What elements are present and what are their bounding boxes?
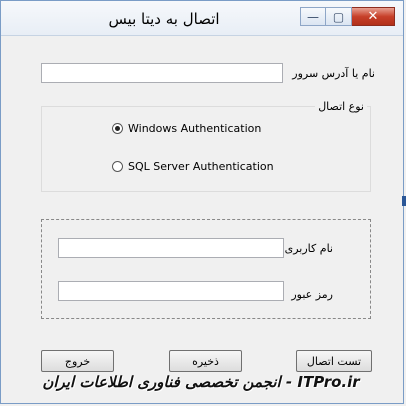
sql-auth-option[interactable]: SQL Server Authentication	[112, 160, 274, 173]
connection-type-legend: نوع اتصال	[315, 100, 367, 113]
password-input[interactable]	[58, 281, 284, 301]
test-connection-button[interactable]: تست اتصال	[296, 350, 372, 372]
server-label: نام یا آدرس سرور	[292, 67, 375, 80]
dialog-window: اتصال به دیتا بیس — ▢ ✕ نام یا آدرس سرور…	[0, 0, 404, 404]
window-controls: — ▢ ✕	[300, 7, 395, 26]
windows-auth-label: Windows Authentication	[128, 122, 262, 135]
exit-button[interactable]: خروج	[41, 350, 114, 372]
server-input[interactable]	[41, 63, 283, 83]
windows-auth-option[interactable]: Windows Authentication	[112, 122, 261, 135]
title-bar[interactable]: اتصال به دیتا بیس — ▢ ✕	[1, 1, 403, 36]
windows-auth-radio[interactable]	[112, 123, 123, 134]
credentials-group	[41, 219, 371, 319]
username-input[interactable]	[58, 238, 284, 258]
window-edge-marker	[402, 196, 406, 206]
connection-type-group	[41, 106, 371, 192]
sql-auth-radio[interactable]	[112, 161, 123, 172]
sql-auth-label: SQL Server Authentication	[128, 160, 274, 173]
password-label: رمز عبور	[291, 288, 333, 301]
window-title: اتصال به دیتا بیس	[108, 10, 220, 28]
close-button[interactable]: ✕	[352, 7, 395, 26]
username-label: نام کاربری	[284, 242, 333, 255]
site-watermark: ITPro.ir - انجمن تخصصی فناوری اطلاعات ای…	[42, 373, 360, 391]
minimize-button[interactable]: —	[300, 7, 326, 26]
save-button[interactable]: ذخیره	[169, 350, 242, 372]
maximize-button[interactable]: ▢	[326, 7, 352, 26]
